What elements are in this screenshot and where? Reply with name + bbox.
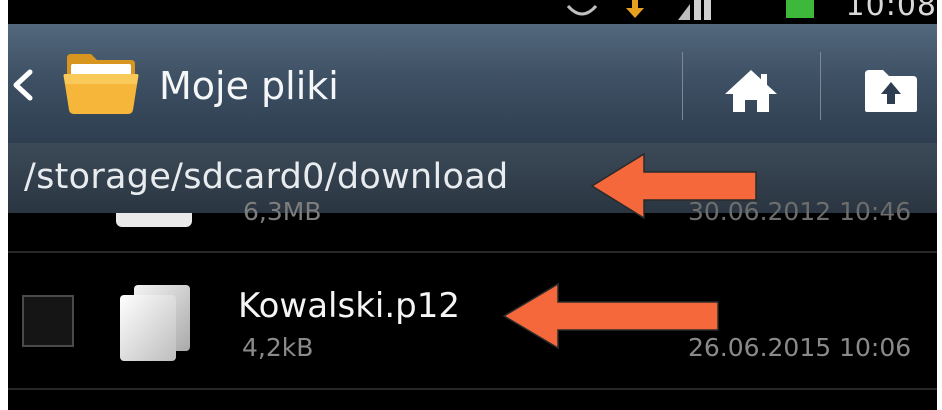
download-arrow-icon bbox=[626, 0, 644, 18]
file-thumbnail-icon bbox=[116, 213, 192, 227]
file-size: 6,3MB bbox=[243, 197, 322, 226]
action-bar: Moje pliki bbox=[8, 24, 937, 143]
file-name: Kowalski.p12 bbox=[238, 286, 460, 326]
list-item[interactable]: Kowalski.p12 4,2kB 26.06.2015 10:06 bbox=[8, 253, 937, 388]
current-path: /storage/sdcard0/download bbox=[24, 157, 509, 197]
signal-icon bbox=[678, 0, 711, 20]
toolbar-divider-2 bbox=[820, 52, 821, 120]
file-size: 4,2kB bbox=[242, 333, 314, 362]
battery-icon bbox=[786, 0, 814, 18]
folder-icon bbox=[63, 54, 139, 114]
list-item[interactable]: 6,3MB 30.06.2012 10:46 bbox=[8, 197, 937, 251]
generic-file-icon bbox=[120, 285, 190, 361]
alarm-icon bbox=[566, 4, 598, 16]
select-checkbox[interactable] bbox=[22, 295, 74, 347]
status-bar: 10:08 bbox=[8, 0, 937, 24]
list-divider bbox=[8, 388, 937, 390]
toolbar-divider bbox=[682, 52, 683, 120]
folder-up-icon[interactable] bbox=[863, 68, 919, 114]
orange-arrow-icon bbox=[502, 282, 719, 350]
phone-screen: 10:08 Moje pliki /storage/sdcard0/downlo… bbox=[8, 0, 937, 410]
clock: 10:08 bbox=[845, 0, 937, 23]
orange-arrow-icon bbox=[590, 152, 757, 220]
screen-title: Moje pliki bbox=[159, 64, 339, 108]
home-icon[interactable] bbox=[723, 68, 779, 114]
back-chevron-icon[interactable] bbox=[10, 69, 36, 101]
